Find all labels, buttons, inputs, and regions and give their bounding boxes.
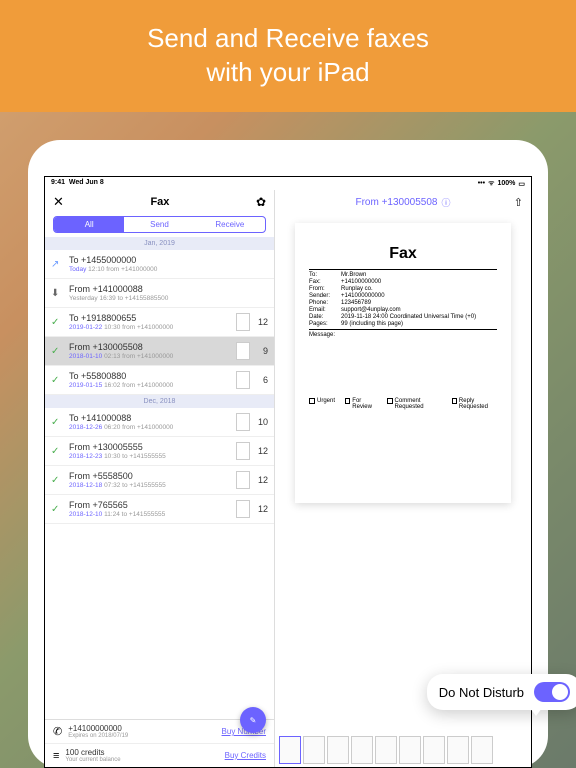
list-item[interactable]: ✓To +1410000882018-12-26 06:20 from +141… xyxy=(45,408,274,437)
checkbox-review[interactable] xyxy=(345,398,350,404)
fax-list-pane: ✕ Fax ✿ All Send Receive Jan, 2019 ↗To +… xyxy=(45,190,275,768)
dnd-toggle[interactable] xyxy=(534,682,570,702)
tab-send[interactable]: Send xyxy=(124,217,194,232)
gear-icon[interactable]: ✿ xyxy=(256,195,266,209)
page-thumb[interactable] xyxy=(423,736,445,764)
page-thumb xyxy=(236,442,250,460)
promo-banner: Send and Receive faxes with your iPad xyxy=(0,0,576,112)
check-icon: ✓ xyxy=(51,346,63,357)
outgoing-icon: ↗ xyxy=(51,259,63,270)
page-thumb[interactable] xyxy=(327,736,349,764)
page-thumbnails xyxy=(275,732,531,768)
page-thumb[interactable] xyxy=(399,736,421,764)
page-thumb[interactable] xyxy=(447,736,469,764)
footer: ✆+14100000000Expires on 2018/07/19Buy Nu… xyxy=(45,719,274,768)
compose-button[interactable]: ✎ xyxy=(240,707,266,733)
wifi-icon: ᯤ xyxy=(488,179,494,188)
fax-document[interactable]: Fax To:Mr.Brown Fax:+14100000000 From:Ru… xyxy=(295,223,511,503)
list-item[interactable]: ✓To +19188006552019-01-22 10:30 from +14… xyxy=(45,308,274,337)
check-icon: ✓ xyxy=(51,475,63,486)
check-icon: ✓ xyxy=(51,375,63,386)
list-item[interactable]: ✓From +1300055082018-01-10 02:13 from +1… xyxy=(45,337,274,366)
info-icon[interactable]: ⓘ xyxy=(442,196,451,209)
section-header: Dec, 2018 xyxy=(45,395,274,408)
buy-credits-link[interactable]: Buy Credits xyxy=(225,751,266,760)
page-thumb[interactable] xyxy=(351,736,373,764)
check-icon: ✓ xyxy=(51,446,63,457)
page-thumb[interactable] xyxy=(279,736,301,764)
page-thumb xyxy=(236,471,250,489)
page-thumb[interactable] xyxy=(471,736,493,764)
page-thumb[interactable] xyxy=(375,736,397,764)
share-icon[interactable]: ⇧ xyxy=(514,196,523,209)
page-thumb xyxy=(236,500,250,518)
credits-icon: ≡ xyxy=(53,750,59,762)
dnd-tooltip: Do Not Disturb xyxy=(427,674,576,710)
page-thumb xyxy=(236,371,250,389)
tab-all[interactable]: All xyxy=(54,217,124,232)
checkbox-reply[interactable] xyxy=(452,398,457,404)
filter-tabs: All Send Receive xyxy=(53,216,266,233)
signal-icon: ••• xyxy=(478,180,485,187)
check-icon: ✓ xyxy=(51,317,63,328)
checkbox-urgent[interactable] xyxy=(309,398,315,404)
list-item[interactable]: ✓From +7655652018-12-10 11:24 to +141555… xyxy=(45,495,274,524)
phone-icon: ✆ xyxy=(53,725,62,738)
tab-receive[interactable]: Receive xyxy=(195,217,265,232)
list-item[interactable]: ↗To +1455000000Today 12:10 from +1410000… xyxy=(45,250,274,279)
checkbox-comment[interactable] xyxy=(387,398,392,404)
list-item[interactable]: ⬇From +141000088Yesterday 16:39 to +1415… xyxy=(45,279,274,308)
section-header: Jan, 2019 xyxy=(45,237,274,250)
page-thumb xyxy=(236,342,250,360)
status-bar: 9:41 Wed Jun 8 •••ᯤ100%▭ xyxy=(45,177,531,190)
fax-list[interactable]: ↗To +1455000000Today 12:10 from +1410000… xyxy=(45,250,274,719)
check-icon: ✓ xyxy=(51,417,63,428)
check-icon: ✓ xyxy=(51,504,63,515)
download-icon: ⬇ xyxy=(51,288,63,299)
dnd-label: Do Not Disturb xyxy=(439,685,524,700)
close-icon[interactable]: ✕ xyxy=(53,194,64,210)
pane-title: Fax xyxy=(150,196,169,208)
list-item[interactable]: ✓To +558008802019-01-15 16:02 from +1410… xyxy=(45,366,274,395)
page-thumb xyxy=(236,313,250,331)
compose-icon: ✎ xyxy=(250,716,257,725)
list-item[interactable]: ✓From +55585002018-12-18 07:32 to +14155… xyxy=(45,466,274,495)
preview-title: From +130005508 xyxy=(355,197,437,208)
page-thumb[interactable] xyxy=(303,736,325,764)
battery-icon: ▭ xyxy=(518,180,525,188)
list-item[interactable]: ✓From +1300055552018-12-23 10:30 to +141… xyxy=(45,437,274,466)
page-thumb xyxy=(236,413,250,431)
